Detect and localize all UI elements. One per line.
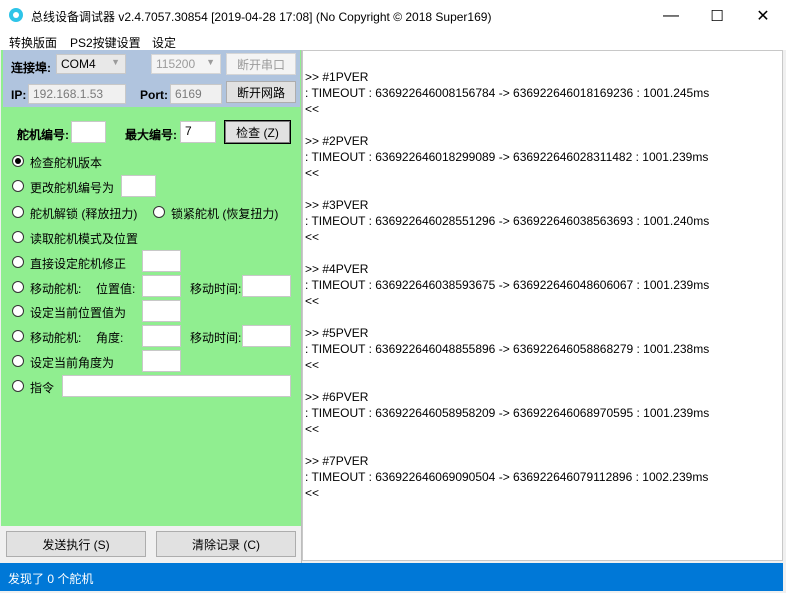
command-input[interactable]: [62, 375, 291, 397]
radio-move-angle[interactable]: [12, 330, 24, 342]
max-id-input[interactable]: 7: [180, 121, 216, 143]
move-time-label: 移动时间:: [190, 282, 242, 296]
log-command: >> #5PVER: [305, 326, 369, 340]
maximize-button[interactable]: ☐: [694, 0, 740, 31]
log-timeout: : TIMEOUT : 636922646058958209 -> 636922…: [305, 406, 710, 420]
current-angle-input[interactable]: [142, 350, 181, 372]
app-icon: [9, 8, 23, 22]
max-id-label: 最大编号:: [125, 128, 177, 142]
option-command-label: 指令: [30, 381, 55, 395]
option-move-angle-label: 移动舵机:: [30, 331, 82, 345]
move-time-label-2: 移动时间:: [190, 331, 242, 345]
log-end: <<: [305, 102, 320, 116]
close-button[interactable]: ✕: [740, 0, 786, 31]
port-select[interactable]: COM4 ▼: [56, 54, 126, 74]
log-entry: >> #1PVER : TIMEOUT : 636922646008156784…: [305, 69, 782, 117]
radio-change-id[interactable]: [12, 180, 24, 192]
chevron-down-icon: ▼: [111, 57, 120, 67]
log-entry: >> #3PVER : TIMEOUT : 636922646028551296…: [305, 197, 782, 245]
option-move-position-label: 移动舵机:: [30, 282, 82, 296]
log-entry: >> #2PVER : TIMEOUT : 636922646018299089…: [305, 133, 782, 181]
ip-field[interactable]: 192.168.1.53: [28, 84, 126, 104]
log-entry: >> #6PVER : TIMEOUT : 636922646058958209…: [305, 389, 782, 437]
log-command: >> #3PVER: [305, 198, 369, 212]
correction-input[interactable]: [142, 250, 181, 272]
log-entry: >> #4PVER : TIMEOUT : 636922646038593675…: [305, 261, 782, 309]
move-time-input-2[interactable]: [242, 325, 291, 347]
send-button[interactable]: 发送执行 (S): [6, 531, 146, 557]
log-end: <<: [305, 230, 320, 244]
log-command: >> #1PVER: [305, 70, 369, 84]
window-title: 总线设备调试器 v2.4.7057.30854 [2019-04-28 17:0…: [31, 10, 492, 24]
log-command: >> #4PVER: [305, 262, 369, 276]
log-timeout: : TIMEOUT : 636922646028551296 -> 636922…: [305, 214, 710, 228]
disconnect-network-button[interactable]: 断开网路: [226, 81, 296, 103]
radio-lock[interactable]: [153, 206, 165, 218]
radio-set-current-angle[interactable]: [12, 355, 24, 367]
log-command: >> #6PVER: [305, 390, 369, 404]
menu-settings[interactable]: 设定: [152, 34, 176, 51]
log-entry: >> #7PVER : TIMEOUT : 636922646069090504…: [305, 453, 782, 501]
disconnect-serial-button[interactable]: 断开串口: [226, 53, 296, 75]
ip-label: IP:: [11, 88, 27, 102]
option-unlock-label: 舵机解锁 (释放扭力): [30, 207, 138, 221]
baud-select[interactable]: 115200 ▼: [151, 54, 221, 74]
status-bar: 发现了 0 个舵机: [0, 563, 783, 591]
status-text: 发现了 0 个舵机: [8, 572, 94, 586]
log-timeout: : TIMEOUT : 636922646038593675 -> 636922…: [305, 278, 710, 292]
log-timeout: : TIMEOUT : 636922646069090504 -> 636922…: [305, 470, 709, 484]
log-entry: >> #5PVER : TIMEOUT : 636922646048855896…: [305, 325, 782, 373]
radio-set-correction[interactable]: [12, 256, 24, 268]
position-input[interactable]: [142, 275, 181, 297]
option-check-version-label: 检查舵机版本: [30, 156, 103, 170]
log-end: <<: [305, 166, 320, 180]
radio-check-version[interactable]: [12, 155, 24, 167]
menu-switch-layout[interactable]: 转换版面: [9, 34, 57, 51]
log-panel[interactable]: >> #1PVER : TIMEOUT : 636922646008156784…: [302, 50, 783, 561]
radio-command[interactable]: [12, 380, 24, 392]
menu-ps2-keys[interactable]: PS2按键设置: [70, 34, 141, 51]
current-position-input[interactable]: [142, 300, 181, 322]
title-bar: 总线设备调试器 v2.4.7057.30854 [2019-04-28 17:0…: [0, 0, 786, 31]
option-set-correction-label: 直接设定舵机修正: [30, 257, 127, 271]
port-number-label: Port:: [140, 88, 168, 102]
check-button[interactable]: 检查 (Z): [224, 120, 291, 144]
servo-id-input[interactable]: [71, 121, 106, 143]
angle-label: 角度:: [96, 331, 124, 345]
move-time-input[interactable]: [242, 275, 291, 297]
log-end: <<: [305, 294, 320, 308]
option-lock-label: 锁紧舵机 (恢复扭力): [171, 207, 279, 221]
chevron-down-icon: ▼: [206, 57, 215, 67]
port-label: 连接埠:: [11, 61, 51, 75]
log-end: <<: [305, 422, 320, 436]
option-change-id-label: 更改舵机编号为: [30, 181, 115, 195]
position-label: 位置值:: [96, 282, 136, 296]
radio-set-current-position[interactable]: [12, 305, 24, 317]
radio-move-position[interactable]: [12, 281, 24, 293]
option-read-mode-label: 读取舵机模式及位置: [30, 232, 139, 246]
log-timeout: : TIMEOUT : 636922646008156784 -> 636922…: [305, 86, 710, 100]
servo-id-label: 舵机编号:: [17, 128, 69, 142]
angle-input[interactable]: [142, 325, 181, 347]
minimize-button[interactable]: —: [648, 0, 694, 31]
port-select-value: COM4: [61, 57, 96, 71]
baud-select-value: 115200: [156, 57, 196, 71]
log-end: <<: [305, 358, 320, 372]
radio-read-mode[interactable]: [12, 231, 24, 243]
log-end: <<: [305, 486, 320, 500]
option-set-current-position-label: 设定当前位置值为: [30, 306, 127, 320]
log-command: >> #7PVER: [305, 454, 369, 468]
new-id-input[interactable]: [121, 175, 156, 197]
clear-log-button[interactable]: 清除记录 (C): [156, 531, 296, 557]
port-number-field[interactable]: 6169: [170, 84, 222, 104]
option-set-current-angle-label: 设定当前角度为: [30, 356, 115, 370]
log-command: >> #2PVER: [305, 134, 369, 148]
radio-unlock[interactable]: [12, 206, 24, 218]
log-timeout: : TIMEOUT : 636922646048855896 -> 636922…: [305, 342, 710, 356]
log-timeout: : TIMEOUT : 636922646018299089 -> 636922…: [305, 150, 709, 164]
